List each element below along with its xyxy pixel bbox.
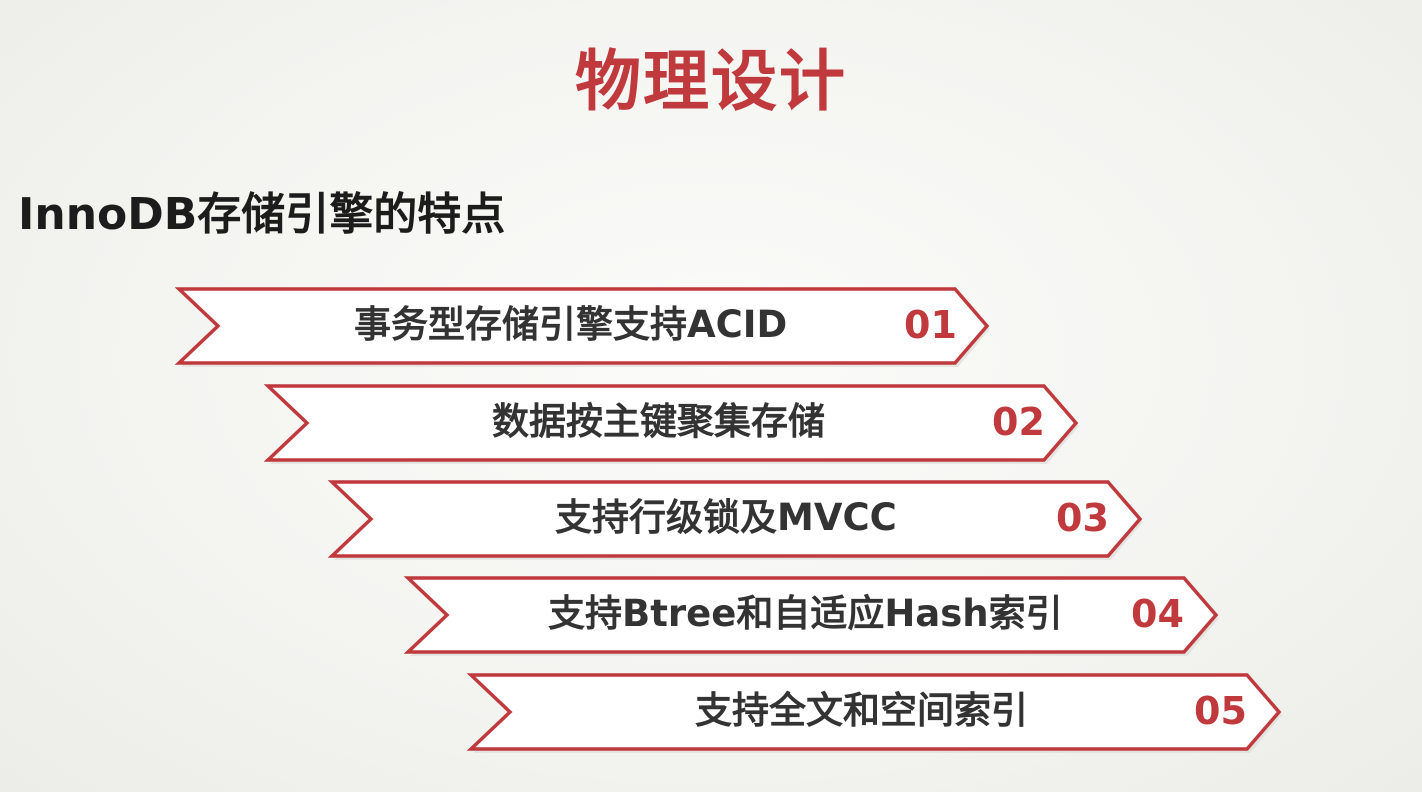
feature-label: 支持行级锁及MVCC bbox=[555, 496, 897, 539]
feature-label: 支持Btree和自适应Hash索引 bbox=[548, 592, 1063, 635]
feature-item-4: 支持Btree和自适应Hash索引 04 bbox=[403, 576, 1221, 656]
feature-item-3: 支持行级锁及MVCC 03 bbox=[327, 480, 1145, 560]
feature-label: 支持全文和空间索引 bbox=[695, 689, 1028, 732]
feature-item-5: 支持全文和空间索引 05 bbox=[466, 673, 1284, 753]
section-heading: InnoDB存储引擎的特点 bbox=[18, 189, 506, 240]
feature-label: 数据按主键聚集存储 bbox=[492, 400, 825, 443]
feature-number: 01 bbox=[904, 303, 957, 347]
feature-number: 02 bbox=[992, 400, 1045, 444]
feature-number: 03 bbox=[1056, 496, 1109, 540]
feature-label: 事务型存储引擎支持ACID bbox=[354, 303, 788, 346]
feature-number: 05 bbox=[1194, 689, 1247, 733]
feature-item-2: 数据按主键聚集存储 02 bbox=[263, 384, 1081, 464]
slide-title: 物理设计 bbox=[575, 43, 847, 120]
feature-item-1: 事务型存储引擎支持ACID 01 bbox=[174, 287, 992, 367]
feature-number: 04 bbox=[1131, 592, 1184, 636]
